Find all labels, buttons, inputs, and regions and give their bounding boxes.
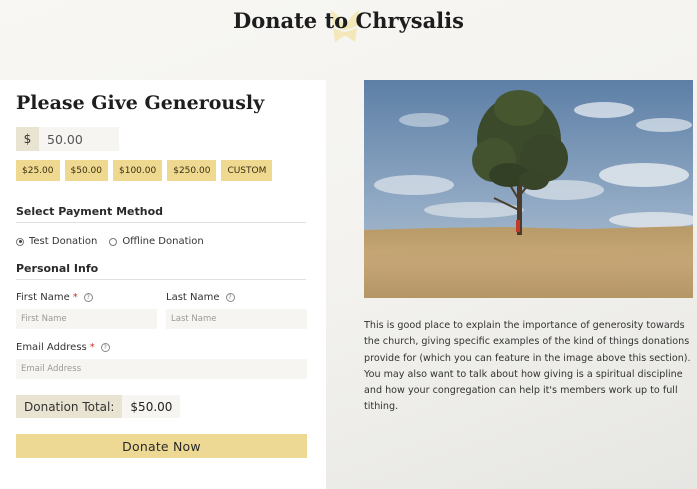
page-title: Donate to Chrysalis [233,8,464,33]
donate-now-button[interactable]: Donate Now [16,434,307,458]
test-donation-option[interactable]: Test Donation [16,236,97,247]
amount-row: $ [16,127,119,151]
required-asterisk: * [89,342,95,353]
form-heading: Please Give Generously [16,92,265,114]
tree-field-image [364,80,693,298]
help-icon[interactable]: ? [225,293,235,302]
giving-description: This is good place to explain the import… [364,320,691,413]
first-name-label-row: First Name * ? [16,292,93,303]
preset-25-button[interactable]: $25.00 [16,160,60,181]
last-name-label-row: Last Name ? [166,292,235,303]
help-icon[interactable]: ? [100,343,110,352]
donation-total-label: Donation Total: [16,395,123,418]
last-name-label: Last Name [166,292,220,303]
offline-donation-radio[interactable] [109,237,118,246]
personal-info-divider [16,279,306,280]
test-donation-radio[interactable] [16,237,24,246]
donation-amount-input[interactable] [39,127,119,151]
personal-info-heading: Personal Info [16,262,99,275]
payment-method-divider [16,222,306,223]
payment-method-heading: Select Payment Method [16,205,164,218]
donation-total-row: Donation Total: $50.00 [16,395,181,418]
first-name-label: First Name [16,292,70,303]
email-label-row: Email Address * ? [16,342,110,353]
last-name-input[interactable] [166,309,307,329]
first-name-input[interactable] [16,309,157,329]
preset-50-button[interactable]: $50.00 [64,160,108,181]
offline-donation-label: Offline Donation [122,236,204,247]
offline-donation-option[interactable]: Offline Donation [109,236,204,247]
preset-250-button[interactable]: $250.00 [167,160,217,181]
currency-symbol: $ [16,127,39,151]
email-label: Email Address [16,342,87,353]
preset-amount-row: $25.00 $50.00 $100.00 $250.00 CUSTOM [16,160,273,181]
test-donation-label: Test Donation [29,236,98,247]
donation-total-value: $50.00 [122,395,181,418]
preset-custom-button[interactable]: CUSTOM [221,160,273,181]
payment-method-options: Test Donation Offline Donation [16,236,216,247]
email-input[interactable] [16,359,307,379]
help-icon[interactable]: ? [83,293,93,302]
preset-100-button[interactable]: $100.00 [113,160,163,181]
required-asterisk: * [72,292,78,303]
